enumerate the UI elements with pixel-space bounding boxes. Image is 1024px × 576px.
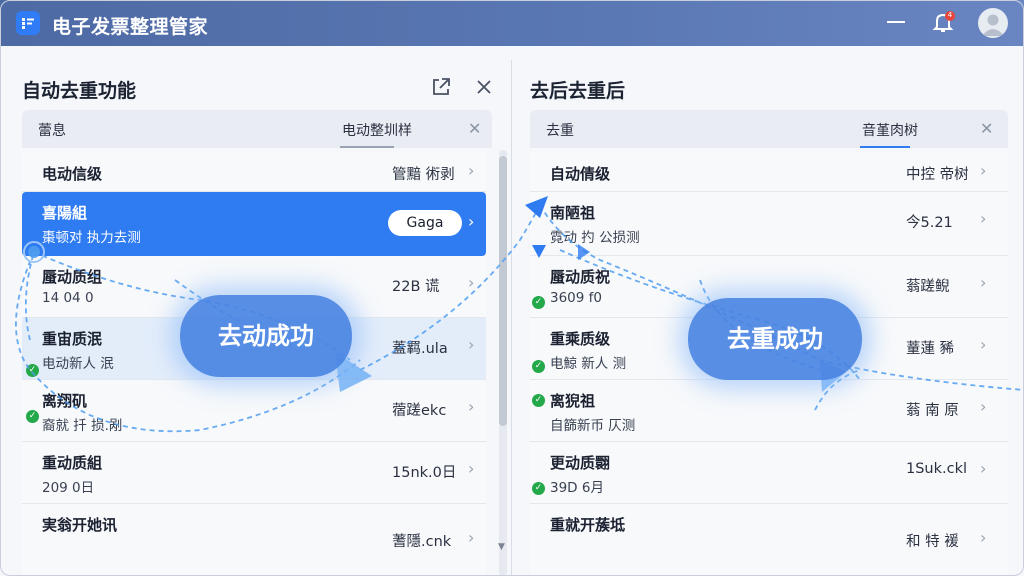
list-item-selected[interactable]: 喜陽組 棗顿对 执力去测 Gaga › (22, 192, 486, 256)
bell-icon[interactable]: 4 (930, 10, 956, 36)
value-pill[interactable]: Gaga (388, 210, 462, 236)
left-panel-title: 自动去重功能 (22, 80, 137, 102)
right-subbar-underline (860, 146, 910, 148)
app-logo-icon (16, 11, 40, 35)
check-icon: ✓ (26, 410, 39, 423)
left-close-icon[interactable] (474, 77, 494, 97)
right-panel-title: 去后去重后 (530, 80, 626, 102)
title-bar: 电子发票整理管家 4 (0, 0, 1024, 46)
right-subbar-label: 去重 (546, 123, 574, 139)
chevron-right-icon: › (468, 212, 475, 231)
chevron-right-icon: › (468, 273, 475, 292)
list-item[interactable]: 重就开蔟坻 和 特 褑 › (530, 504, 1008, 576)
list-item[interactable]: 更动质翾 39D 6月 1Suk.ckl › ✓ (530, 442, 1008, 504)
check-icon: ✓ (532, 360, 545, 373)
list-item[interactable]: 离翔矶 裔就 扦 损.剐 蓿蹉ekc › ✓ (22, 380, 486, 442)
list-item[interactable]: 南陋祖 霓动 扚 公损测 今5.21 › (530, 192, 1008, 256)
dedupe-success-bubble-left: 去动成功 (180, 295, 352, 377)
list-item[interactable]: 重动质組 209 0日 15nk.0日 › (22, 442, 486, 504)
scroll-down-icon[interactable]: ▼ (498, 542, 505, 552)
left-subbar-underline (340, 146, 394, 148)
avatar-icon[interactable] (978, 8, 1008, 38)
notification-badge: 4 (947, 11, 953, 19)
chevron-right-icon: › (468, 459, 475, 478)
right-subbar-close-icon[interactable]: ✕ (980, 119, 993, 138)
minimize-icon[interactable] (886, 14, 906, 30)
left-subbar-tab[interactable]: 电动整圳样 (342, 120, 412, 140)
chevron-right-icon: › (980, 273, 987, 292)
chevron-right-icon: › (468, 335, 475, 354)
app-title: 电子发票整理管家 (52, 16, 209, 38)
scrollbar-thumb[interactable] (499, 156, 507, 426)
check-icon: ✓ (532, 482, 545, 495)
chevron-right-icon: › (980, 528, 987, 547)
left-scrollbar[interactable]: ▼ (498, 150, 508, 576)
chevron-right-icon: › (468, 528, 475, 547)
left-subbar-close-icon[interactable]: ✕ (468, 119, 481, 138)
right-subbar: 去重 音堇肉树 ✕ (530, 110, 1008, 148)
chevron-right-icon: › (468, 397, 475, 416)
popout-icon[interactable] (430, 76, 452, 98)
chevron-right-icon: › (980, 161, 987, 180)
left-subbar-label: 蕾息 (38, 123, 66, 139)
list-item[interactable]: 离猊祖 自篩新币 仄测 蓊 南 原 › ✓ (530, 380, 1008, 442)
left-subbar: 蕾息 电动整圳样 ✕ (22, 110, 492, 148)
chevron-right-icon: › (468, 161, 475, 180)
list-item[interactable]: 电动信级 管黯 術剥 › (22, 152, 486, 192)
check-icon: ✓ (532, 394, 545, 407)
list-item[interactable]: 実翁开她讯 蓍隱.cnk › (22, 504, 486, 576)
dedupe-success-bubble-right: 去重成功 (688, 298, 862, 380)
right-subbar-tab[interactable]: 音堇肉树 (862, 120, 918, 140)
main-content: 自动去重功能 蕾息 电动整圳样 ✕ 电动信级 管黯 術剥 › 喜陽組 棗顿对 执… (0, 46, 1024, 576)
check-icon: ✓ (26, 364, 39, 377)
chevron-right-icon: › (980, 335, 987, 354)
chevron-right-icon: › (980, 209, 987, 228)
check-icon: ✓ (532, 296, 545, 309)
chevron-right-icon: › (980, 459, 987, 478)
chevron-right-icon: › (980, 397, 987, 416)
list-item[interactable]: 自动倩级 中控 帝树 › (530, 152, 1008, 192)
